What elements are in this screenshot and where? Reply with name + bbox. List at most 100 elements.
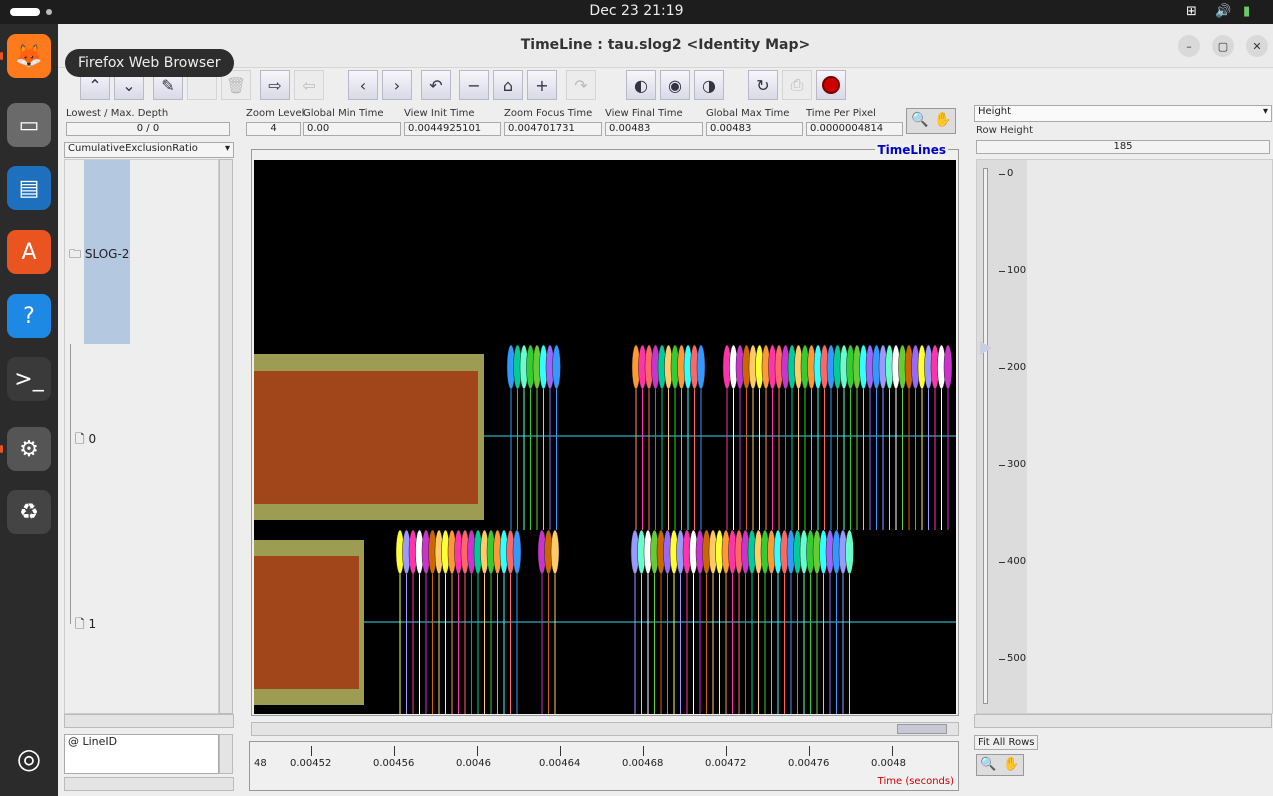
slider-tick-mark [999, 368, 1005, 369]
exit-icon[interactable]: ⇦ [294, 70, 324, 100]
files-icon[interactable]: ▭ [7, 103, 51, 147]
slider-tick-mark [999, 174, 1005, 175]
ruler-tick-label: 48 [254, 758, 267, 769]
ruler-tick-mark [560, 746, 561, 756]
magnifier-icon[interactable]: 🔍 [911, 112, 928, 128]
refresh-icon[interactable]: ↻ [748, 70, 778, 100]
maximize-icon[interactable]: ▢ [1212, 35, 1234, 57]
undo-icon[interactable]: ↶ [421, 70, 451, 100]
dock: 🦊 ▭ ▤ A? >_ ⚙ ♻ ◎ [0, 24, 58, 796]
tree-row-0[interactable]: 🗋 0 [75, 430, 96, 451]
slider-tick-label: 200 [1007, 362, 1027, 373]
help-icon[interactable]: ? [7, 294, 51, 338]
info-value[interactable]: 0.0044925101 [404, 122, 501, 136]
time-ruler: 48 0.00452 0.00456 0.0046 0.00464 0.00468 0.00… [249, 741, 959, 791]
volume-icon[interactable]: 🔊 [1215, 4, 1231, 19]
minimize-icon[interactable]: – [1178, 35, 1200, 57]
slider-tick-mark [999, 562, 1005, 563]
chevron-down-icon: ▾ [224, 143, 230, 154]
toolbar: ⌃ ⌄ ✎ 🗑 ⇨ ⇦ ‹ › ↶ − ⌂ + ↷ ◐ ◉ ◑ ↻ ⎙ [58, 68, 1273, 103]
state-inner-1 [254, 556, 359, 689]
writer-icon[interactable]: ▤ [7, 166, 51, 210]
tree-root[interactable]: 🗀 SLOG-2 [69, 245, 129, 266]
info-value[interactable]: 4 [246, 122, 301, 136]
settings-icon[interactable]: ⚙ [7, 427, 51, 471]
print-icon[interactable]: ⎙ [782, 70, 812, 100]
redo-icon[interactable]: ↷ [566, 70, 596, 100]
lineid-hscroll[interactable] [64, 777, 234, 791]
canvas-hscroll[interactable] [251, 722, 959, 736]
tree-hscroll[interactable] [64, 714, 234, 728]
info-label: Zoom Focus Time [504, 108, 593, 119]
magnifier-icon[interactable]: 🔍 [980, 757, 996, 772]
ruler-tick-label: 0.00472 [705, 758, 747, 769]
info-value[interactable]: 0.00483 [605, 122, 703, 136]
tree-guide [70, 344, 71, 624]
search-init-icon[interactable]: ◉ [660, 70, 690, 100]
timeline-canvas[interactable] [254, 160, 956, 714]
slider-thumb[interactable] [980, 341, 992, 355]
row-height-slider[interactable] [983, 168, 988, 704]
enter-icon[interactable]: ⇨ [260, 70, 290, 100]
depth-field[interactable]: 0 / 0 [66, 122, 230, 136]
ruler-tick-mark [809, 746, 810, 756]
canvas-hscroll-thumb[interactable] [897, 724, 947, 734]
zoom-out-icon[interactable]: − [459, 70, 489, 100]
clock[interactable]: Dec 23 21:19 [0, 3, 1273, 19]
row-height-field[interactable]: 185 [976, 140, 1270, 154]
network-icon[interactable]: ⊞ [1186, 4, 1197, 19]
slider-tick-mark [999, 465, 1005, 466]
depth-label: Lowest / Max. Depth [66, 108, 169, 119]
ruler-tick-label: 0.00452 [290, 758, 332, 769]
file-icon: 🗋 [75, 617, 85, 631]
ruler-tick-mark [477, 746, 478, 756]
ruler-tick-mark [311, 746, 312, 756]
tree-root-label: SLOG-2 [84, 247, 130, 261]
zoom-in-icon[interactable]: + [527, 70, 557, 100]
zoom-home-icon[interactable]: ⌂ [493, 70, 523, 100]
ruler-tick-label: 0.00476 [788, 758, 830, 769]
folder-icon: 🗀 [69, 247, 82, 261]
info-value[interactable]: 0.00483 [706, 122, 803, 136]
firefox-icon[interactable]: 🦊 [7, 34, 51, 78]
slider-tick-label: 100 [1007, 265, 1027, 276]
terminal-icon[interactable]: >_ [7, 357, 51, 401]
info-value[interactable]: 0.0000004814 [806, 122, 903, 136]
hand-icon[interactable]: ✋ [934, 112, 951, 128]
show-apps-icon[interactable]: ◎ [7, 736, 51, 780]
info-value[interactable]: 0.004701731 [504, 122, 602, 136]
ruler-tick-mark [643, 746, 644, 756]
lineid-list[interactable]: @ LineID [64, 734, 219, 774]
metric-select[interactable]: CumulativeExclusionRatio ▾ [64, 142, 234, 158]
battery-icon[interactable]: ▮ [1243, 4, 1250, 19]
hand-icon[interactable]: ✋ [1003, 757, 1019, 772]
search-forward-icon[interactable]: ◑ [694, 70, 724, 100]
stop-icon[interactable] [816, 70, 846, 100]
ruler-tick-label: 0.00456 [373, 758, 415, 769]
scroll-left-icon[interactable]: ‹ [348, 70, 378, 100]
slider-tick-label: 0 [1007, 168, 1014, 179]
trash-icon[interactable]: ♻ [7, 490, 51, 534]
lineid-vscroll[interactable] [219, 734, 233, 774]
timelines-title: TimeLines [875, 143, 948, 157]
info-label: View Init Time [404, 108, 475, 119]
metric-select-value: CumulativeExclusionRatio [68, 143, 198, 154]
software-icon[interactable]: A [7, 230, 51, 274]
chevron-down-icon: ▾ [1262, 106, 1268, 117]
info-value[interactable]: 0.00 [303, 122, 401, 136]
tree-row-1[interactable]: 🗋 1 [75, 615, 96, 636]
title-bar[interactable]: TimeLine : tau.slog2 <Identity Map> – ▢ … [58, 24, 1273, 68]
right-hscroll[interactable] [974, 714, 1272, 728]
height-select[interactable]: Height ▾ [974, 105, 1272, 122]
row-height-slider-area: 0 100 200 300 400 500 [976, 159, 1273, 714]
fit-all-rows-button[interactable]: Fit All Rows [974, 735, 1039, 750]
slider-tick-mark [999, 271, 1005, 272]
timeline-svg [254, 344, 956, 714]
search-backward-icon[interactable]: ◐ [626, 70, 656, 100]
slider-tick-label: 300 [1007, 459, 1027, 470]
info-label: Time Per Pixel [806, 108, 876, 119]
close-icon[interactable]: ✕ [1246, 35, 1268, 57]
scroll-right-icon[interactable]: › [382, 70, 412, 100]
tree-row-label: 1 [88, 617, 97, 631]
tree-vscroll[interactable] [219, 159, 233, 714]
